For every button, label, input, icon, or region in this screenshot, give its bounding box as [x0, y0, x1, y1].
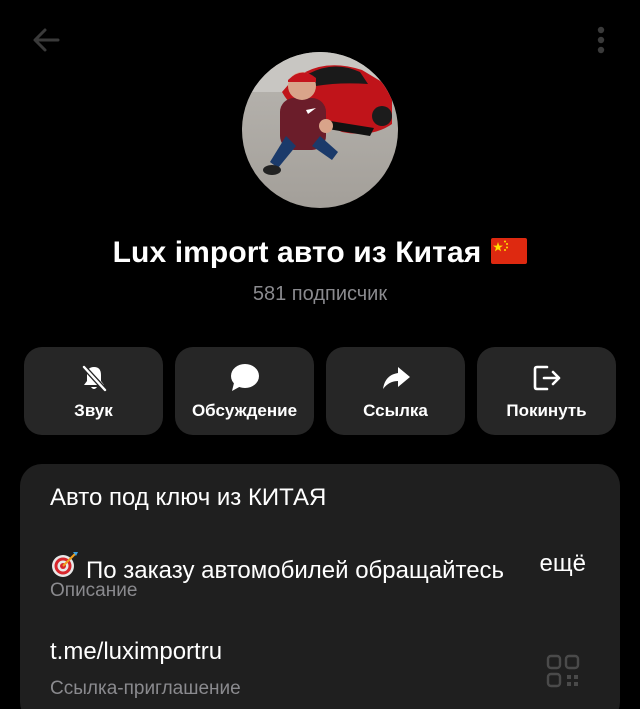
qr-code-icon	[546, 654, 580, 688]
sound-button-label: Звук	[74, 401, 113, 420]
link-button[interactable]: Ссылка	[326, 347, 465, 435]
invite-link-caption: Ссылка-приглашение	[50, 678, 241, 699]
title-row: Lux import авто из Китая	[0, 236, 640, 270]
chat-bubble-icon	[228, 361, 262, 395]
channel-info-card: Авто под ключ из КИТАЯ По заказу автомоб…	[20, 464, 620, 709]
subscriber-count: 581 подписчик	[252, 283, 388, 305]
channel-title: Lux import авто из Китая	[112, 236, 482, 269]
discussion-button[interactable]: Обсуждение	[175, 347, 314, 435]
back-button[interactable]	[24, 22, 68, 58]
action-buttons: Звук Обсуждение Ссылка Покинуть	[0, 347, 640, 435]
leave-button-label: Покинуть	[506, 401, 587, 420]
description-caption: Описание	[50, 580, 138, 601]
channel-avatar[interactable]	[242, 52, 398, 208]
description-more-link[interactable]: ещё	[509, 550, 586, 578]
qr-code-button[interactable]	[546, 654, 580, 688]
more-vertical-icon	[597, 26, 605, 54]
description-line-1: Авто под ключ из КИТАЯ	[50, 484, 327, 511]
discussion-button-label: Обсуждение	[191, 401, 298, 420]
share-arrow-icon	[379, 361, 413, 395]
link-button-label: Ссылка	[363, 401, 428, 420]
more-options-button[interactable]	[584, 22, 618, 58]
china-flag-icon	[491, 237, 528, 269]
arrow-left-icon	[33, 28, 60, 52]
description-text: По заказу автомобилей обращайтесь	[86, 557, 505, 584]
sound-button[interactable]: Звук	[24, 347, 163, 435]
leave-icon	[530, 361, 564, 395]
leave-button[interactable]: Покинуть	[477, 347, 616, 435]
invite-link[interactable]: t.me/luximportru	[50, 638, 222, 666]
bell-off-icon	[77, 361, 111, 395]
